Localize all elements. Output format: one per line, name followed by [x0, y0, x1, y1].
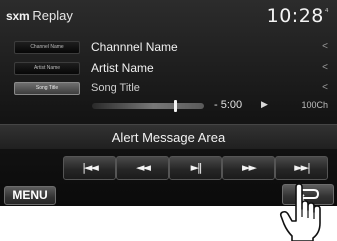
clock: 10:28₄: [267, 5, 329, 27]
play-pause-icon: ►||: [190, 161, 203, 174]
pointing-hand-icon: [279, 183, 321, 241]
chevron-left-icon: <: [322, 62, 328, 73]
progress-knob[interactable]: [174, 100, 177, 112]
row-tag-channel-name[interactable]: Channel Name: [14, 41, 80, 54]
clock-suffix: ₄: [324, 5, 329, 15]
progress-bar[interactable]: [92, 100, 204, 112]
clock-time: 10:28: [266, 5, 324, 27]
menu-button[interactable]: MENU: [4, 186, 56, 205]
rewind-icon: ◄◄: [136, 161, 151, 174]
brand: sxm Replay: [6, 8, 73, 28]
fast-forward-icon: ►►: [242, 161, 257, 174]
song-title-text: Song Title: [91, 82, 140, 94]
play-pause-button[interactable]: ►||: [169, 156, 222, 180]
channel-number: 100Ch: [301, 100, 328, 110]
header: sxm Replay 10:28₄: [0, 0, 337, 36]
skip-back-icon: |◄◄: [82, 161, 99, 174]
sxm-logo: sxm: [6, 9, 30, 23]
chevron-left-icon: <: [322, 82, 328, 93]
skip-forward-button[interactable]: ►►|: [275, 156, 328, 180]
info-row-channel[interactable]: Channel Name Channnel Name <: [0, 38, 337, 57]
alert-message-area: Alert Message Area: [0, 124, 337, 150]
play-status-icon: ▶: [261, 99, 268, 109]
info-row-artist[interactable]: Artist Name Artist Name <: [0, 59, 337, 78]
row-tag-artist-name[interactable]: Artist Name: [14, 62, 80, 75]
fast-forward-button[interactable]: ►►: [222, 156, 275, 180]
page-title: Replay: [32, 8, 73, 23]
row-tag-song-title[interactable]: Song Title: [14, 82, 80, 95]
chevron-left-icon: <: [322, 41, 328, 52]
skip-forward-icon: ►►|: [294, 161, 311, 174]
rewind-button[interactable]: ◄◄: [116, 156, 169, 180]
progress-area: - 5:00 ▶ 100Ch: [0, 96, 337, 116]
channel-name-text: Channnel Name: [91, 40, 178, 54]
transport-controls: |◄◄ ◄◄ ►|| ►► ►►|: [0, 156, 337, 180]
time-remaining: - 5:00: [214, 99, 243, 111]
artist-name-text: Artist Name: [91, 61, 154, 75]
alert-text: Alert Message Area: [111, 130, 226, 145]
skip-back-button[interactable]: |◄◄: [63, 156, 116, 180]
replay-screen: sxm Replay 10:28₄ Channel Name Channnel …: [0, 0, 337, 206]
